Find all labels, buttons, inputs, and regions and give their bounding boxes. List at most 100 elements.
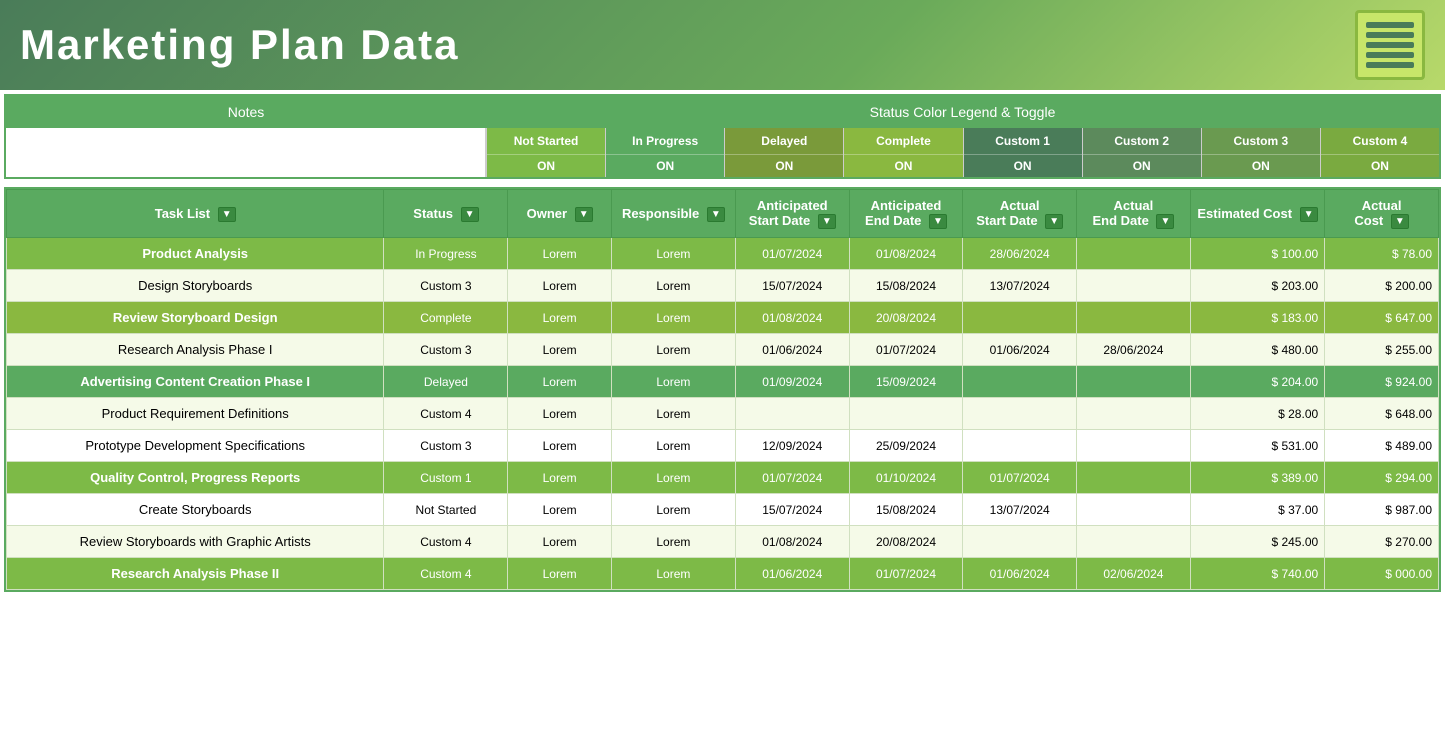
legend-item-toggle[interactable]: ON — [725, 154, 843, 177]
cell-act_cost: $ 294.00 — [1325, 462, 1439, 494]
cell-act_cost: $ 78.00 — [1325, 238, 1439, 270]
cell-act_end — [1077, 398, 1191, 430]
legend-item-custom-2[interactable]: Custom 2 ON — [1082, 128, 1201, 177]
cell-act_start: 13/07/2024 — [963, 270, 1077, 302]
filter-btn-task[interactable]: ▼ — [218, 207, 236, 222]
cell-act_start: 01/06/2024 — [963, 558, 1077, 590]
table-row: Research Analysis Phase IICustom 4LoremL… — [7, 558, 1439, 590]
cell-status: Not Started — [384, 494, 508, 526]
cell-status: Delayed — [384, 366, 508, 398]
table-row: Create StoryboardsNot StartedLoremLorem1… — [7, 494, 1439, 526]
filter-btn-owner[interactable]: ▼ — [575, 207, 593, 222]
cell-responsible: Lorem — [611, 238, 735, 270]
legend-status-title: Status Color Legend & Toggle — [486, 96, 1439, 128]
th-responsible: Responsible ▼ — [611, 190, 735, 238]
legend-item-toggle[interactable]: ON — [844, 154, 962, 177]
legend-item-complete[interactable]: Complete ON — [843, 128, 962, 177]
cell-ant_end: 15/09/2024 — [849, 366, 963, 398]
cell-act_start — [963, 302, 1077, 334]
cell-act_start — [963, 366, 1077, 398]
cell-act_cost: $ 489.00 — [1325, 430, 1439, 462]
filter-btn-act_end[interactable]: ▼ — [1156, 214, 1174, 229]
legend-item-custom-4[interactable]: Custom 4 ON — [1320, 128, 1439, 177]
filter-btn-status[interactable]: ▼ — [461, 207, 479, 222]
cell-owner: Lorem — [508, 302, 611, 334]
th-act_cost: ActualCost ▼ — [1325, 190, 1439, 238]
cell-owner: Lorem — [508, 366, 611, 398]
cell-est_cost: $ 100.00 — [1190, 238, 1324, 270]
cell-ant_end — [849, 398, 963, 430]
legend-item-not-started[interactable]: Not Started ON — [486, 128, 605, 177]
cell-act_cost: $ 270.00 — [1325, 526, 1439, 558]
cell-act_cost: $ 255.00 — [1325, 334, 1439, 366]
cell-ant_start: 01/07/2024 — [735, 238, 849, 270]
table-row: Research Analysis Phase ICustom 3LoremLo… — [7, 334, 1439, 366]
th-status: Status ▼ — [384, 190, 508, 238]
cell-status: Custom 3 — [384, 334, 508, 366]
filter-btn-act_start[interactable]: ▼ — [1045, 214, 1063, 229]
cell-act_start: 13/07/2024 — [963, 494, 1077, 526]
cell-ant_start: 15/07/2024 — [735, 270, 849, 302]
cell-ant_end: 20/08/2024 — [849, 302, 963, 334]
th-ant_end: AnticipatedEnd Date ▼ — [849, 190, 963, 238]
cell-ant_start: 01/08/2024 — [735, 302, 849, 334]
table-header: Task List ▼Status ▼Owner ▼Responsible ▼A… — [7, 190, 1439, 238]
cell-responsible: Lorem — [611, 366, 735, 398]
cell-act_end — [1077, 430, 1191, 462]
cell-act_start — [963, 398, 1077, 430]
cell-owner: Lorem — [508, 526, 611, 558]
legend-header-row: Notes Status Color Legend & Toggle — [6, 96, 1439, 128]
table-row: Prototype Development SpecificationsCust… — [7, 430, 1439, 462]
cell-responsible: Lorem — [611, 526, 735, 558]
legend-item-in-progress[interactable]: In Progress ON — [605, 128, 724, 177]
cell-ant_start: 01/08/2024 — [735, 526, 849, 558]
cell-status: Custom 4 — [384, 398, 508, 430]
cell-responsible: Lorem — [611, 558, 735, 590]
filter-btn-ant_start[interactable]: ▼ — [818, 214, 836, 229]
legend-item-custom-1[interactable]: Custom 1 ON — [963, 128, 1082, 177]
cell-act_end — [1077, 462, 1191, 494]
filter-btn-est_cost[interactable]: ▼ — [1300, 207, 1318, 222]
filter-btn-responsible[interactable]: ▼ — [707, 207, 725, 222]
cell-responsible: Lorem — [611, 302, 735, 334]
table-body: Product AnalysisIn ProgressLoremLorem01/… — [7, 238, 1439, 590]
legend-item-toggle[interactable]: ON — [964, 154, 1082, 177]
cell-task: Prototype Development Specifications — [7, 430, 384, 462]
cell-task: Create Storyboards — [7, 494, 384, 526]
filter-btn-act_cost[interactable]: ▼ — [1391, 214, 1409, 229]
legend-item-toggle[interactable]: ON — [487, 154, 605, 177]
legend-notes-label: Notes — [6, 96, 486, 128]
filter-btn-ant_end[interactable]: ▼ — [929, 214, 947, 229]
cell-responsible: Lorem — [611, 494, 735, 526]
legend-item-toggle[interactable]: ON — [1202, 154, 1320, 177]
legend-item-label: Complete — [844, 128, 962, 154]
table-row: Review Storyboards with Graphic ArtistsC… — [7, 526, 1439, 558]
cell-status: Custom 1 — [384, 462, 508, 494]
legend-item-toggle[interactable]: ON — [606, 154, 724, 177]
cell-status: Custom 4 — [384, 526, 508, 558]
legend-item-label: Delayed — [725, 128, 843, 154]
cell-act_cost: $ 647.00 — [1325, 302, 1439, 334]
table-row: Advertising Content Creation Phase IDela… — [7, 366, 1439, 398]
cell-responsible: Lorem — [611, 334, 735, 366]
cell-task: Design Storyboards — [7, 270, 384, 302]
table-row: Quality Control, Progress ReportsCustom … — [7, 462, 1439, 494]
cell-ant_start: 15/07/2024 — [735, 494, 849, 526]
main-table-container: Task List ▼Status ▼Owner ▼Responsible ▼A… — [4, 187, 1441, 592]
cell-act_cost: $ 924.00 — [1325, 366, 1439, 398]
legend-items-row: Not Started ON In Progress ON Delayed ON… — [6, 128, 1439, 177]
legend-item-toggle[interactable]: ON — [1321, 154, 1439, 177]
cell-owner: Lorem — [508, 398, 611, 430]
cell-status: Complete — [384, 302, 508, 334]
cell-ant_end: 20/08/2024 — [849, 526, 963, 558]
cell-responsible: Lorem — [611, 430, 735, 462]
cell-act_end: 02/06/2024 — [1077, 558, 1191, 590]
table-row: Review Storyboard DesignCompleteLoremLor… — [7, 302, 1439, 334]
cell-task: Research Analysis Phase I — [7, 334, 384, 366]
legend-item-toggle[interactable]: ON — [1083, 154, 1201, 177]
table-row: Product Requirement DefinitionsCustom 4L… — [7, 398, 1439, 430]
legend-item-custom-3[interactable]: Custom 3 ON — [1201, 128, 1320, 177]
table-row: Product AnalysisIn ProgressLoremLorem01/… — [7, 238, 1439, 270]
legend-item-delayed[interactable]: Delayed ON — [724, 128, 843, 177]
legend-item-label: Custom 4 — [1321, 128, 1439, 154]
